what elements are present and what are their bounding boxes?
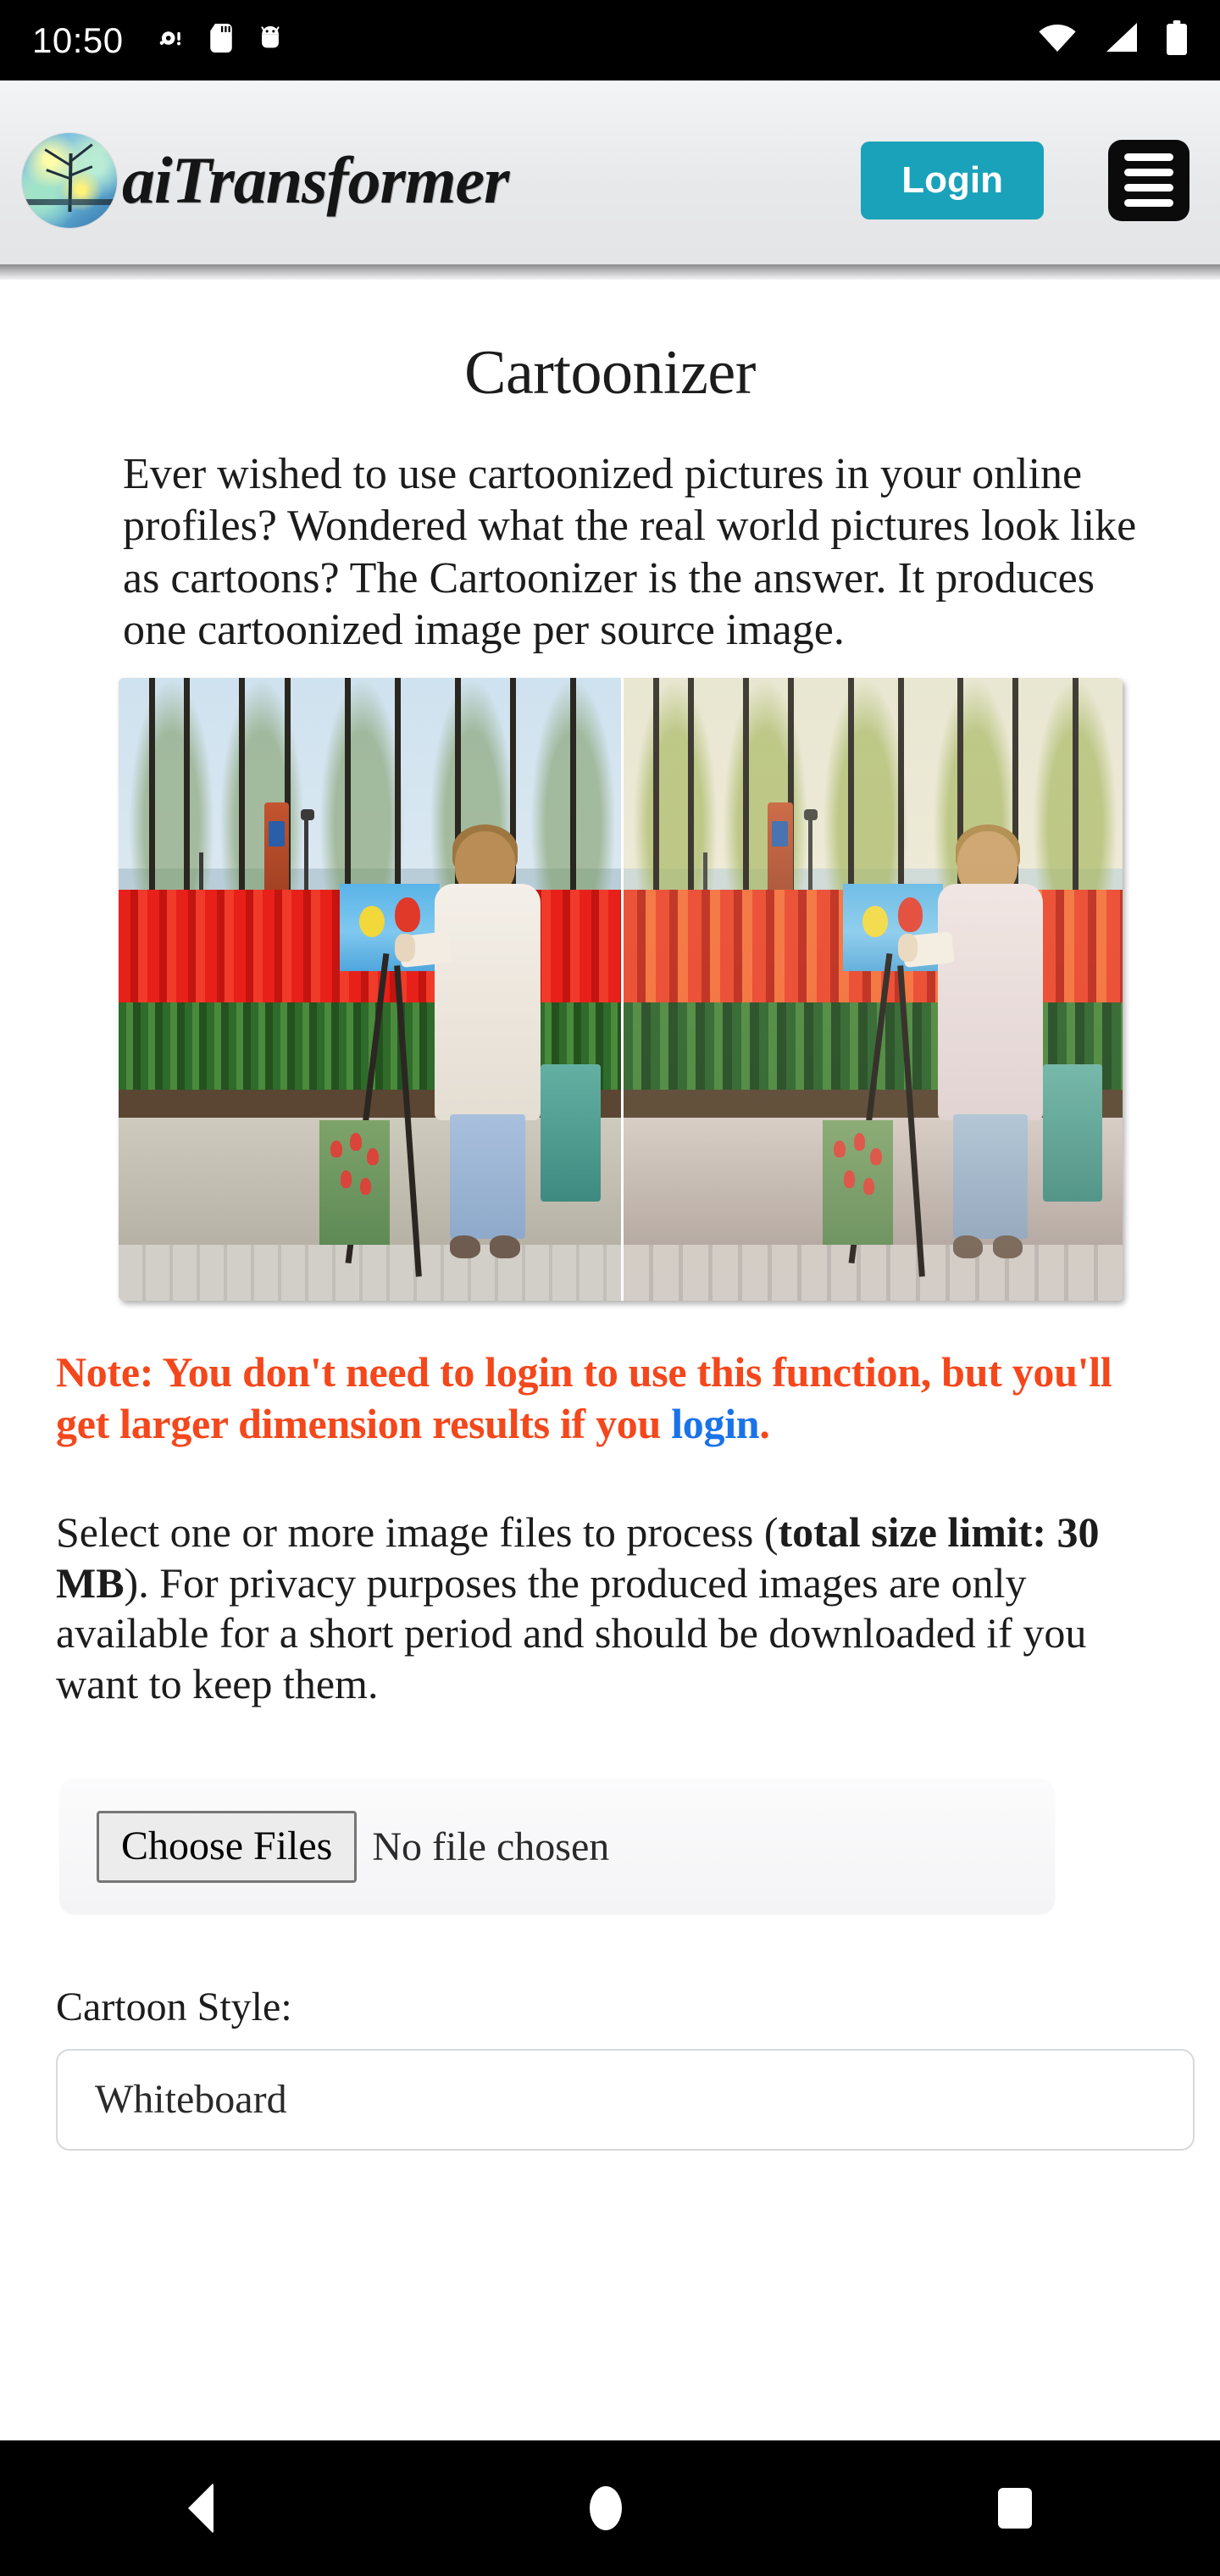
android-icon [256, 24, 285, 57]
cartoon-style-select[interactable]: Whiteboard [56, 2049, 1195, 2151]
phone-screen: 10:50 aiTransformer Login Cartoonizer Ev… [0, 0, 1220, 2576]
note-login-link[interactable]: login [671, 1400, 759, 1447]
hamburger-menu-icon[interactable] [1108, 139, 1190, 221]
status-bar-system-icons [1037, 20, 1188, 60]
cell-signal-icon [1103, 21, 1140, 59]
file-upload-panel: Choose Files No file chosen [59, 1779, 1055, 1915]
example-original-half [119, 678, 621, 1302]
battery-icon [1166, 20, 1188, 60]
android-navigation-bar [0, 2440, 1220, 2576]
file-instructions-paragraph: Select one or more image files to proces… [56, 1507, 1159, 1709]
brand-logo-link[interactable]: aiTransformer [22, 132, 509, 228]
choose-files-button[interactable]: Choose Files [97, 1811, 358, 1883]
wifi-icon [1037, 21, 1078, 59]
login-note: Note: You don't need to login to use thi… [56, 1346, 1169, 1450]
back-triangle-icon[interactable] [188, 2483, 214, 2534]
example-cartoonized-half [620, 678, 1123, 1302]
cartoon-style-selected-value: Whiteboard [95, 2077, 287, 2123]
note-text-before-link: Note: You don't need to login to use thi… [56, 1348, 1112, 1448]
file-instructions-part1: Select one or more image files to proces… [56, 1508, 779, 1557]
record-icon [158, 24, 186, 57]
status-bar-clock: 10:50 [32, 19, 124, 60]
file-instructions-part2: ). For privacy purposes the produced ima… [56, 1558, 1087, 1707]
login-button[interactable]: Login [861, 141, 1044, 219]
android-status-bar: 10:50 [0, 0, 1220, 80]
sd-card-icon [208, 24, 234, 57]
brand-name: aiTransformer [122, 142, 509, 217]
intro-paragraph: Ever wished to use cartoonized pictures … [123, 450, 1137, 655]
status-bar-notification-icons [158, 24, 285, 57]
cartoon-style-label: Cartoon Style: [56, 1985, 292, 2030]
recents-square-icon[interactable] [998, 2488, 1032, 2529]
example-image-wrapper [119, 678, 1123, 1302]
note-text-after-link: . [759, 1400, 770, 1448]
site-header: aiTransformer Login [0, 80, 1220, 280]
tree-logo-icon [22, 132, 117, 228]
page-title: Cartoonizer [464, 338, 756, 408]
home-circle-icon[interactable] [590, 2486, 622, 2530]
example-before-after-image [119, 678, 1123, 1302]
page-content: Cartoonizer Ever wished to use cartooniz… [0, 295, 1220, 2151]
no-file-chosen-label: No file chosen [372, 1824, 610, 1869]
